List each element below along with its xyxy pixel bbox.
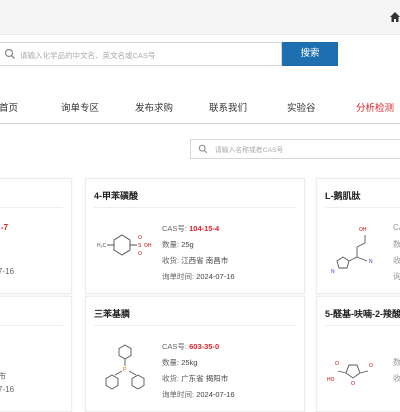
svg-text:N: N xyxy=(331,269,335,275)
svg-text:OH: OH xyxy=(359,227,367,233)
home-icon[interactable] xyxy=(389,11,400,23)
time-row: 询单时间: 2024-07-16 xyxy=(162,271,235,282)
structure-image: H₃C S O O OH xyxy=(97,234,152,257)
nav-item-post-request[interactable]: 发布求购 xyxy=(135,100,173,114)
card-divider xyxy=(94,325,296,326)
time-row: 询单时间: 2024-07-16 xyxy=(162,389,235,400)
structure-image: OH N N xyxy=(331,227,373,275)
svg-text:P: P xyxy=(123,367,127,373)
cas-fragment: CA xyxy=(393,223,400,232)
search-icon xyxy=(4,48,15,59)
product-title: L-鹅肌肽 xyxy=(325,191,361,201)
cas-value[interactable]: 104-15-4 xyxy=(189,224,219,233)
svg-text:O: O xyxy=(369,363,373,369)
nav-item-analysis[interactable]: 分析检测 xyxy=(356,100,394,114)
qty-fragment: 数 xyxy=(393,358,400,367)
card-divider xyxy=(0,207,63,208)
nav-item-home[interactable]: 首页 xyxy=(0,100,18,114)
nav-item-contact[interactable]: 联系我们 xyxy=(209,100,247,114)
top-bar xyxy=(0,0,400,35)
location-row: 收货: 江西省 南昌市 xyxy=(162,255,228,266)
svg-text:HO: HO xyxy=(327,377,335,383)
svg-text:H₃C: H₃C xyxy=(97,243,107,249)
qty-value: 25kg xyxy=(181,358,198,367)
structure-image: O HO O O xyxy=(327,361,373,387)
cas-label: CAS号: xyxy=(162,342,188,351)
time-fragment: 7-16 xyxy=(0,267,15,276)
qty-value: 25g xyxy=(181,240,194,249)
product-card-left-bottom[interactable]: 市 7-16 xyxy=(0,296,72,412)
card-divider xyxy=(325,325,400,326)
location-value: 江西省 南昌市 xyxy=(181,256,229,265)
product-card[interactable]: L-鹅肌肽 OH N N CA 数 收 询 xyxy=(316,178,400,294)
card-divider xyxy=(0,325,63,326)
svg-text:O: O xyxy=(351,381,355,387)
product-card[interactable]: 4-甲苯磺酸 H₃C S O O OH CAS号: 104-15-4 数量: 2… xyxy=(85,178,305,294)
svg-text:O: O xyxy=(335,361,339,367)
search-input[interactable] xyxy=(18,46,277,64)
search-icon xyxy=(198,144,208,154)
cas-value[interactable]: 603-35-0 xyxy=(189,342,219,351)
product-card[interactable]: 三苯基膦 P CAS号: 603-35-0 数量: 25kg 收货: 广东省 揭… xyxy=(85,296,305,412)
qty-fragment: 数 xyxy=(393,240,400,249)
qty-row: 数量: 25kg xyxy=(162,357,197,368)
svg-text:N: N xyxy=(369,259,373,265)
cas-row: CAS号: 603-35-0 xyxy=(162,341,219,352)
svg-text:O: O xyxy=(138,235,142,241)
filter-box xyxy=(190,139,400,159)
location-fragment: 市 xyxy=(0,372,6,381)
main-nav: 首页 询单专区 发布求购 联系我们 实验谷 分析检测 xyxy=(0,95,400,124)
product-card-left-top[interactable]: -7 7-16 xyxy=(0,178,72,294)
time-fragment: 询 xyxy=(393,272,400,281)
location-label: 收货: xyxy=(162,374,180,383)
svg-text:S: S xyxy=(138,243,142,249)
time-value: 2024-07-16 xyxy=(196,272,235,281)
structure-image: P xyxy=(105,344,145,390)
svg-text:OH: OH xyxy=(144,243,152,249)
location-fragment: 收 xyxy=(393,256,400,265)
cas-fragment: -7 xyxy=(1,223,9,232)
product-title: 4-甲苯磺酸 xyxy=(94,191,139,201)
search-box xyxy=(0,42,282,66)
nav-item-inquiry[interactable]: 询单专区 xyxy=(61,100,99,114)
nav-item-lab[interactable]: 实验谷 xyxy=(287,100,316,114)
svg-text:O: O xyxy=(138,251,142,257)
search-button[interactable]: 搜索 xyxy=(282,42,338,66)
time-label: 询单时间: xyxy=(162,272,195,281)
cas-label: CAS号: xyxy=(162,224,188,233)
qty-label: 数量: xyxy=(162,240,180,249)
card-divider xyxy=(94,207,296,208)
qty-label: 数量: xyxy=(162,358,180,367)
product-title: 5-醛基-呋喃-2-羧酸 xyxy=(325,309,400,319)
time-value: 2024-07-16 xyxy=(196,390,235,399)
product-title: 三苯基膦 xyxy=(94,309,131,319)
location-label: 收货: xyxy=(162,256,180,265)
location-row: 收货: 广东省 揭阳市 xyxy=(162,373,228,384)
time-label: 询单时间: xyxy=(162,390,195,399)
location-value: 广东省 揭阳市 xyxy=(181,374,229,383)
cas-row: CAS号: 104-15-4 xyxy=(162,223,219,234)
qty-row: 数量: 25g xyxy=(162,239,194,250)
card-divider xyxy=(325,207,400,208)
filter-input[interactable] xyxy=(213,142,397,158)
time-fragment: 7-16 xyxy=(0,385,15,394)
product-card[interactable]: 5-醛基-呋喃-2-羧酸 O HO O O 数 收 xyxy=(316,296,400,412)
location-fragment: 收 xyxy=(393,374,400,383)
